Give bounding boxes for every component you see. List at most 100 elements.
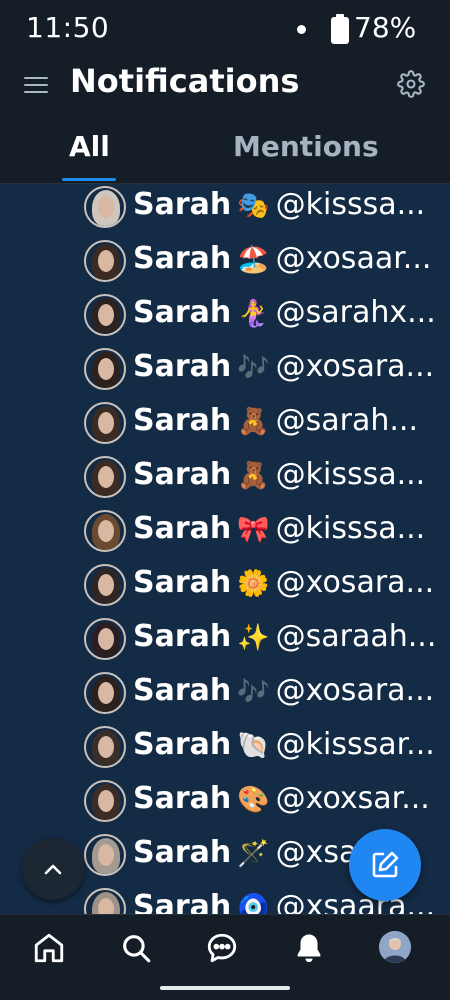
row-text: Sarah 🏖️ @xosaar... [133, 241, 438, 276]
emoji: 🎶 [237, 353, 270, 383]
emoji: 🪄 [237, 839, 270, 869]
emoji: 🏖️ [237, 245, 270, 275]
user-handle: @sarah... [275, 403, 418, 438]
emoji: 🧸 [237, 407, 270, 437]
battery-icon [331, 14, 349, 44]
user-name: Sarah [133, 835, 232, 870]
avatar[interactable] [84, 348, 126, 390]
notifications-list[interactable]: Sarah 🎭 @kisssa... Sarah 🏖️ @xosaar... Sarah 🧜‍… [0, 184, 450, 914]
user-handle: @kisssa... [275, 511, 426, 546]
avatar[interactable] [84, 618, 126, 660]
emoji: 🌼 [237, 569, 270, 599]
status-bar: 11:50 78% [0, 0, 450, 58]
emoji: 🧸 [237, 461, 270, 491]
home-indicator [160, 986, 290, 990]
menu-icon[interactable] [24, 74, 50, 96]
avatar[interactable] [84, 240, 126, 282]
notification-row[interactable]: Sarah 🎶 @xosara... [0, 346, 450, 400]
notification-dot-icon [297, 25, 306, 34]
bell-icon[interactable] [292, 931, 326, 965]
user-handle: @saraah... [275, 619, 437, 654]
user-name: Sarah [133, 187, 232, 222]
page-title: Notifications [70, 62, 300, 100]
notification-row[interactable]: Sarah 🎶 @xosara... [0, 670, 450, 724]
chat-icon[interactable] [205, 931, 239, 965]
status-time: 11:50 [26, 11, 110, 44]
avatar[interactable] [84, 834, 126, 876]
notification-row[interactable]: Sarah ✨ @saraah... [0, 616, 450, 670]
notification-row[interactable]: Sarah 🌼 @xosara... [0, 562, 450, 616]
notification-row[interactable]: Sarah 🏖️ @xosaar... [0, 238, 450, 292]
search-icon[interactable] [119, 931, 153, 965]
tab-all[interactable]: All [69, 130, 110, 163]
avatar[interactable] [84, 672, 126, 714]
notification-row[interactable]: Sarah 🎀 @kisssa... [0, 508, 450, 562]
user-handle: @kisssa... [275, 457, 426, 492]
avatar[interactable] [84, 564, 126, 606]
user-name: Sarah [133, 565, 232, 600]
user-name: Sarah [133, 241, 232, 276]
notification-row[interactable]: Sarah 🎭 @kisssa... [0, 184, 450, 238]
user-name: Sarah [133, 403, 232, 438]
user-name: Sarah [133, 349, 232, 384]
compose-icon [372, 851, 399, 878]
user-handle: @xosaar... [275, 241, 432, 276]
notification-row[interactable]: Sarah 🧜‍♀️ @sarahx... [0, 292, 450, 346]
emoji: 🧿 [237, 893, 270, 914]
avatar[interactable] [84, 186, 126, 228]
notification-row[interactable]: Sarah 🎨 @xoxsar... [0, 778, 450, 832]
emoji: ✨ [237, 623, 270, 653]
emoji: 🐚 [237, 731, 270, 761]
battery-percentage: 78% [354, 11, 417, 44]
emoji: 🧜‍♀️ [237, 299, 270, 329]
notification-row[interactable]: Sarah 🐚 @kisssar... [0, 724, 450, 778]
row-text: Sarah 🧸 @sarah... [133, 403, 438, 438]
tab-mentions[interactable]: Mentions [233, 130, 379, 163]
row-text: Sarah 🌼 @xosara... [133, 565, 438, 600]
user-name: Sarah [133, 457, 232, 492]
emoji: 🎀 [237, 515, 270, 545]
avatar[interactable] [84, 402, 126, 444]
user-handle: @kisssa... [275, 187, 426, 222]
chevron-up-icon [44, 864, 62, 875]
row-text: Sarah 🎶 @xosara... [133, 673, 438, 708]
user-name: Sarah [133, 295, 232, 330]
app-header: Notifications All Mentions [0, 58, 450, 184]
user-handle: @xosara... [275, 565, 435, 600]
tab-selected-indicator [62, 178, 116, 181]
row-text: Sarah 🧜‍♀️ @sarahx... [133, 295, 438, 330]
avatar[interactable] [84, 456, 126, 498]
row-text: Sarah ✨ @saraah... [133, 619, 438, 654]
user-name: Sarah [133, 727, 232, 762]
user-name: Sarah [133, 619, 232, 654]
user-handle: @xosara... [275, 349, 435, 384]
user-name: Sarah [133, 889, 232, 914]
row-text: Sarah 🎶 @xosara... [133, 349, 438, 384]
user-handle: @kisssar... [275, 727, 435, 762]
profile-avatar[interactable] [379, 931, 411, 963]
emoji: 🎶 [237, 677, 270, 707]
row-text: Sarah 🐚 @kisssar... [133, 727, 438, 762]
gear-icon[interactable] [397, 70, 425, 98]
user-handle: @xoxsar... [275, 781, 430, 816]
notification-row[interactable]: Sarah 🧸 @sarah... [0, 400, 450, 454]
user-name: Sarah [133, 673, 232, 708]
avatar[interactable] [84, 888, 126, 914]
row-text: Sarah 🧸 @kisssa... [133, 457, 438, 492]
avatar[interactable] [84, 510, 126, 552]
user-name: Sarah [133, 781, 232, 816]
notification-row[interactable]: Sarah 🧸 @kisssa... [0, 454, 450, 508]
row-text: Sarah 🎨 @xoxsar... [133, 781, 438, 816]
emoji: 🎭 [237, 191, 270, 221]
row-text: Sarah 🎭 @kisssa... [133, 187, 438, 222]
bottom-navigation [0, 914, 450, 1000]
row-text: Sarah 🎀 @kisssa... [133, 511, 438, 546]
avatar[interactable] [84, 294, 126, 336]
scroll-to-top-button[interactable] [22, 838, 84, 900]
avatar[interactable] [84, 726, 126, 768]
compose-button[interactable] [349, 829, 421, 901]
avatar[interactable] [84, 780, 126, 822]
user-handle: @sarahx... [275, 295, 436, 330]
home-icon[interactable] [32, 931, 66, 965]
emoji: 🎨 [237, 785, 270, 815]
